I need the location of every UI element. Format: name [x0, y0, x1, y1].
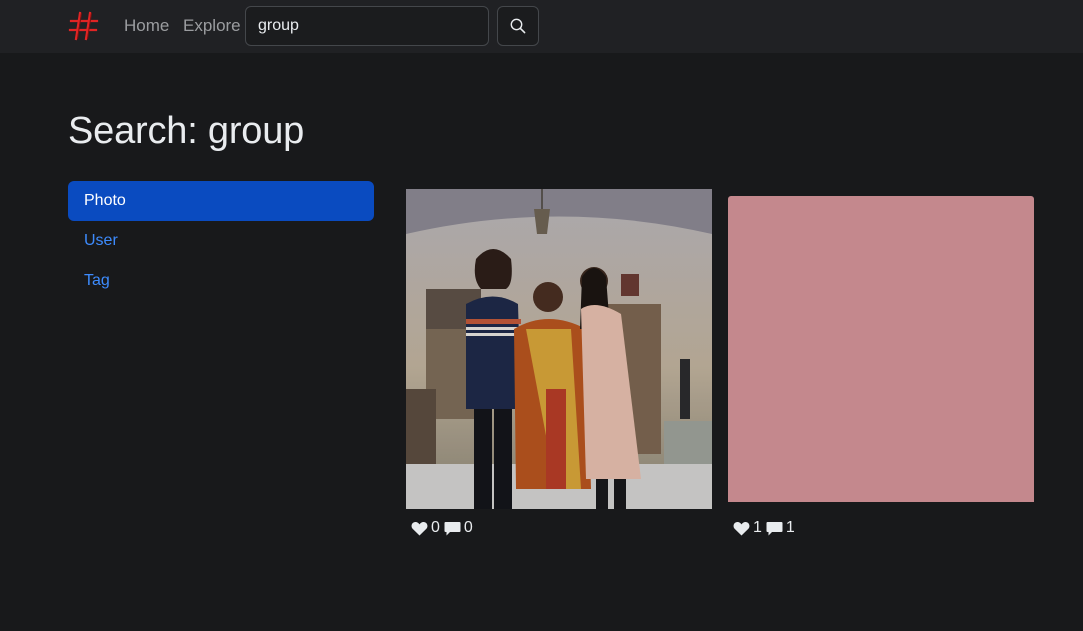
search-icon — [510, 18, 526, 34]
search-button[interactable] — [497, 6, 539, 46]
result-card: 0 0 — [406, 189, 712, 539]
photo-stats: 1 1 — [733, 519, 799, 537]
top-navbar: Home Explore — [0, 0, 1083, 53]
comments-count: 1 — [785, 519, 795, 536]
likes-count: 0 — [431, 519, 440, 536]
page-title: Search: group — [68, 110, 305, 152]
hashtag-logo-icon[interactable] — [68, 10, 100, 42]
tab-user[interactable]: User — [68, 221, 374, 261]
comments-count: 0 — [463, 519, 473, 536]
photo-image — [406, 189, 712, 509]
search-type-nav: Photo User Tag — [68, 181, 374, 301]
nav-link-explore[interactable]: Explore — [183, 16, 241, 36]
result-photo-placeholder[interactable] — [728, 196, 1034, 502]
likes-count: 1 — [753, 519, 762, 536]
tab-photo[interactable]: Photo — [68, 181, 374, 221]
search-input[interactable] — [245, 6, 489, 46]
comment-icon[interactable] — [766, 521, 783, 536]
result-photo[interactable] — [406, 189, 712, 509]
photo-stats: 0 0 — [411, 519, 477, 537]
comment-icon[interactable] — [444, 521, 461, 536]
heart-icon[interactable] — [411, 521, 428, 536]
heart-icon[interactable] — [733, 521, 750, 536]
nav-link-home[interactable]: Home — [124, 16, 169, 36]
result-card: 1 1 — [728, 196, 1034, 539]
tab-tag[interactable]: Tag — [68, 261, 374, 301]
